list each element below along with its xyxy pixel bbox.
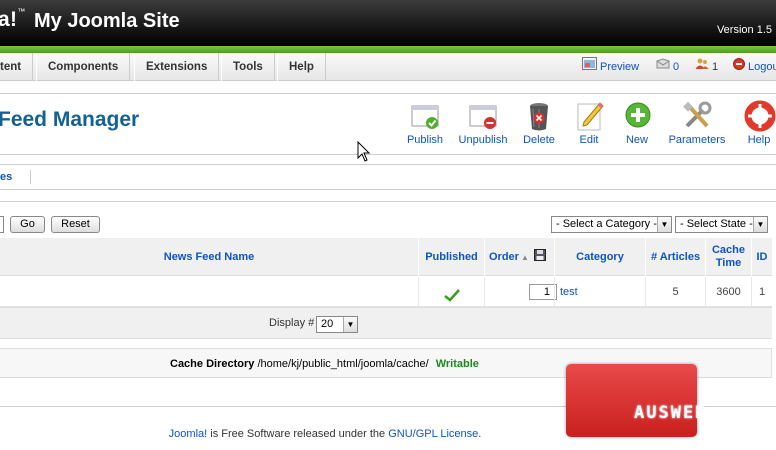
cell-published <box>418 277 484 307</box>
go-button[interactable]: Go <box>10 216 45 233</box>
table-footer: Display # 20 ▼ <box>0 307 772 339</box>
version-label: Version 1.5 <box>716 24 772 36</box>
sort-asc-icon: ▲ <box>520 252 529 262</box>
save-order-icon[interactable] <box>533 249 546 265</box>
col-cache-time[interactable]: Cache Time <box>705 238 751 276</box>
col-news-feed-name[interactable]: News Feed Name <box>0 238 418 276</box>
menu-help[interactable]: Help <box>277 53 326 81</box>
menu-components[interactable]: Components <box>36 53 131 81</box>
watermark-badge <box>566 364 697 437</box>
unpublish-button[interactable]: Unpublish <box>455 100 511 146</box>
watermark-text: AUSWEB <box>634 403 708 423</box>
cache-label: Cache Directory <box>170 358 255 370</box>
page-footer: Joomla! is Free Software released under … <box>168 428 482 440</box>
category-filter-select[interactable]: - Select a Category - ▼ <box>551 216 672 233</box>
chevron-down-icon: ▼ <box>657 217 671 232</box>
logout-link[interactable]: Logou <box>733 53 776 81</box>
state-filter-select[interactable]: - Select State - ▼ <box>675 216 768 233</box>
cell-feed-name[interactable] <box>0 277 418 307</box>
order-input[interactable]: 1 <box>529 284 557 300</box>
cell-cache-time: 3600 <box>705 277 751 307</box>
table-header: News Feed Name Published Order ▲ Categor… <box>0 238 772 276</box>
mouse-cursor-icon <box>357 140 371 166</box>
preview-icon <box>582 53 597 81</box>
lifebuoy-icon <box>744 100 776 132</box>
edit-button[interactable]: Edit <box>574 100 604 146</box>
tools-icon <box>681 100 713 132</box>
col-published[interactable]: Published <box>418 238 484 276</box>
submenu-item-categories[interactable]: es <box>0 171 12 183</box>
publish-button[interactable]: Publish <box>405 100 445 146</box>
site-title: My Joomla Site <box>34 10 180 32</box>
table-row: 1 test 5 3600 1 <box>0 277 772 307</box>
col-id[interactable]: ID <box>751 238 772 276</box>
toolbar-box: Feed Manager Publish Unpublish Delete Ed… <box>0 93 776 155</box>
parameters-button[interactable]: Parameters <box>668 100 726 146</box>
pencil-icon <box>574 100 606 132</box>
logout-icon <box>733 53 745 81</box>
menu-extensions[interactable]: Extensions <box>134 53 220 81</box>
help-button[interactable]: Help <box>744 100 776 146</box>
messages-link[interactable]: 0 <box>656 53 679 81</box>
filter-search-input[interactable] <box>0 216 4 233</box>
new-button[interactable]: New <box>622 100 652 146</box>
users-icon <box>695 53 709 81</box>
cell-id: 1 <box>751 277 772 307</box>
preview-link[interactable]: Preview <box>582 53 639 81</box>
display-limit-select[interactable]: 20 ▼ <box>316 316 358 333</box>
cache-status: Writable <box>435 358 479 370</box>
cache-path: /home/kj/public_html/joomla/cache/ <box>257 358 429 370</box>
cell-articles: 5 <box>645 277 705 307</box>
page-title: Feed Manager <box>0 108 140 131</box>
joomla-logo: a!™ <box>0 7 26 31</box>
display-label: Display # <box>269 317 315 329</box>
col-category[interactable]: Category <box>554 238 645 276</box>
delete-button[interactable]: Delete <box>521 100 557 146</box>
messages-icon <box>656 53 670 81</box>
col-articles[interactable]: # Articles <box>645 238 705 276</box>
submenu-divider <box>30 170 31 184</box>
chevron-down-icon: ▼ <box>343 317 357 332</box>
publish-icon <box>409 100 441 132</box>
gpl-license-link[interactable]: GNU/GPL License <box>388 428 478 440</box>
cell-order: 1 <box>484 277 557 307</box>
header-accent-bar <box>0 46 776 53</box>
admin-header: a!™ My Joomla Site Version 1.5 <box>0 0 776 46</box>
menu-tools[interactable]: Tools <box>221 53 275 81</box>
reset-button[interactable]: Reset <box>51 216 100 233</box>
submenu-bar: es <box>0 164 776 190</box>
main-menu-bar: tent Components Extensions Tools Help Pr… <box>0 53 776 81</box>
users-online: 1 <box>695 53 718 81</box>
cell-category[interactable]: test <box>554 277 645 307</box>
menu-content[interactable]: tent <box>0 53 34 81</box>
plus-icon <box>622 100 654 132</box>
trash-icon <box>523 100 555 132</box>
col-order[interactable]: Order ▲ <box>484 238 554 276</box>
joomla-link[interactable]: Joomla! <box>169 428 208 440</box>
chevron-down-icon: ▼ <box>753 217 767 232</box>
unpublish-icon <box>467 100 499 132</box>
